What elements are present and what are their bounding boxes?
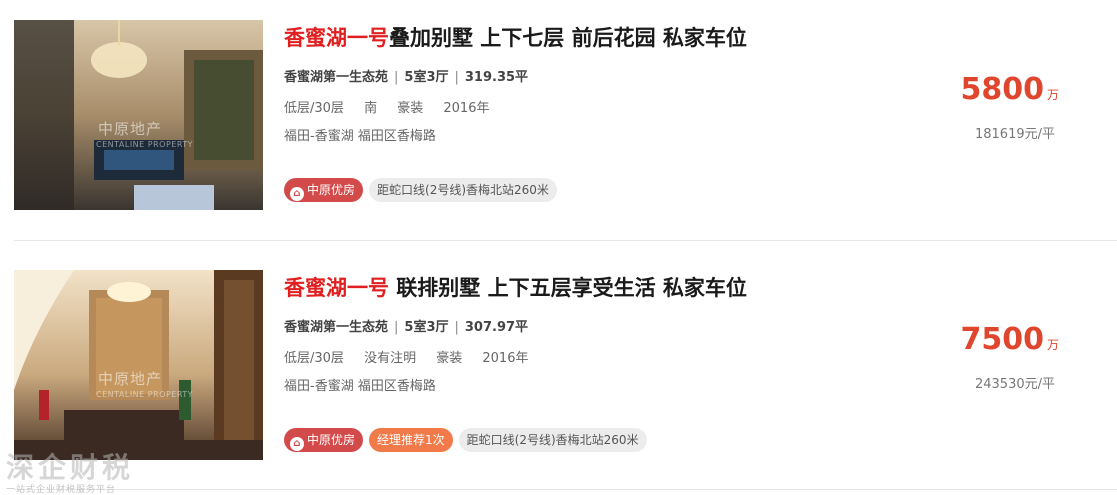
listing-details: 低层/30层 没有注明 豪装 2016年 <box>284 347 544 366</box>
listing-photo[interactable]: 中原地产 CENTALINE PROPERTY <box>14 270 263 460</box>
separator: | <box>394 320 399 335</box>
house-icon: ⌂ <box>290 187 304 201</box>
metro-tag: 距蛇口线(2号线)香梅北站260米 <box>458 428 647 452</box>
divider <box>14 240 1117 241</box>
separator: | <box>454 70 459 85</box>
listing-address: 福田-香蜜湖 福田区香梅路 <box>284 129 436 144</box>
floor-level: 低层/30层 <box>284 101 344 116</box>
listing-summary: 香蜜湖第一生态苑 | 5室3厅 | 307.97平 <box>284 316 528 335</box>
room-layout: 5室3厅 <box>404 320 449 335</box>
photo-watermark-en: CENTALINE PROPERTY <box>96 140 194 149</box>
listing-summary: 香蜜湖第一生态苑 | 5室3厅 | 319.35平 <box>284 66 528 85</box>
listing-details: 低层/30层 南 豪装 2016年 <box>284 97 505 116</box>
floor-level: 低层/30层 <box>284 351 344 366</box>
title-text[interactable]: 联排别墅 上下五层享受生活 私家车位 <box>389 276 747 300</box>
photo-watermark-en: CENTALINE PROPERTY <box>96 390 194 399</box>
photo-watermark: 中原地产 <box>98 370 163 388</box>
watermark-main: 深企财税 <box>6 451 135 484</box>
price-value: 5800 <box>960 72 1044 107</box>
premium-tag: ⌂ 中原优房 <box>284 178 364 202</box>
site-watermark: 深企财税 一站式企业财税服务平台 <box>6 446 134 495</box>
separator: | <box>454 320 459 335</box>
title-highlight[interactable]: 香蜜湖一号 <box>284 26 389 50</box>
decoration: 豪装 <box>436 351 463 366</box>
listing-title[interactable]: 香蜜湖一号 联排别墅 上下五层享受生活 私家车位 <box>284 272 747 302</box>
listing-card[interactable]: 中原地产 CENTALINE PROPERTY 香蜜湖一号叠加别墅 上下七层 前… <box>0 0 1117 240</box>
separator: | <box>394 70 399 85</box>
house-icon: ⌂ <box>290 437 304 451</box>
build-year: 2016年 <box>443 101 490 116</box>
orientation: 南 <box>364 101 378 116</box>
unit-price: 181619元/平 <box>974 127 1055 142</box>
metro-tag: 距蛇口线(2号线)香梅北站260米 <box>369 178 557 202</box>
price-value: 7500 <box>960 322 1044 357</box>
listing-photo[interactable]: 中原地产 CENTALINE PROPERTY <box>14 20 263 210</box>
photo-watermark: 中原地产 <box>98 120 163 138</box>
floor-area: 319.35平 <box>464 70 529 85</box>
divider <box>14 489 1117 490</box>
total-price: 5800 万 <box>960 72 1059 107</box>
tag-list: ⌂ 中原优房 经理推荐1次 距蛇口线(2号线)香梅北站260米 <box>284 428 653 452</box>
listing-address: 福田-香蜜湖 福田区香梅路 <box>284 379 436 394</box>
floor-area: 307.97平 <box>464 320 529 335</box>
listing-card[interactable]: 中原地产 CENTALINE PROPERTY 香蜜湖一号 联排别墅 上下五层享… <box>0 250 1117 490</box>
room-layout: 5室3厅 <box>404 70 449 85</box>
tag-list: ⌂ 中原优房 距蛇口线(2号线)香梅北站260米 <box>284 178 563 202</box>
community-name[interactable]: 香蜜湖第一生态苑 <box>284 70 388 85</box>
recommend-tag: 经理推荐1次 <box>369 428 453 452</box>
watermark-sub: 一站式企业财税服务平台 <box>6 485 117 495</box>
build-year: 2016年 <box>482 351 529 366</box>
premium-tag: ⌂ 中原优房 <box>284 428 364 452</box>
orientation: 没有注明 <box>364 351 417 366</box>
title-highlight[interactable]: 香蜜湖一号 <box>284 276 389 300</box>
price-unit: 万 <box>1046 338 1059 352</box>
unit-price: 243530元/平 <box>974 377 1055 392</box>
total-price: 7500 万 <box>960 322 1059 357</box>
price-unit: 万 <box>1046 88 1059 102</box>
decoration: 豪装 <box>397 101 424 116</box>
community-name[interactable]: 香蜜湖第一生态苑 <box>284 320 388 335</box>
listing-title[interactable]: 香蜜湖一号叠加别墅 上下七层 前后花园 私家车位 <box>284 22 747 52</box>
title-text[interactable]: 叠加别墅 上下七层 前后花园 私家车位 <box>389 26 747 50</box>
